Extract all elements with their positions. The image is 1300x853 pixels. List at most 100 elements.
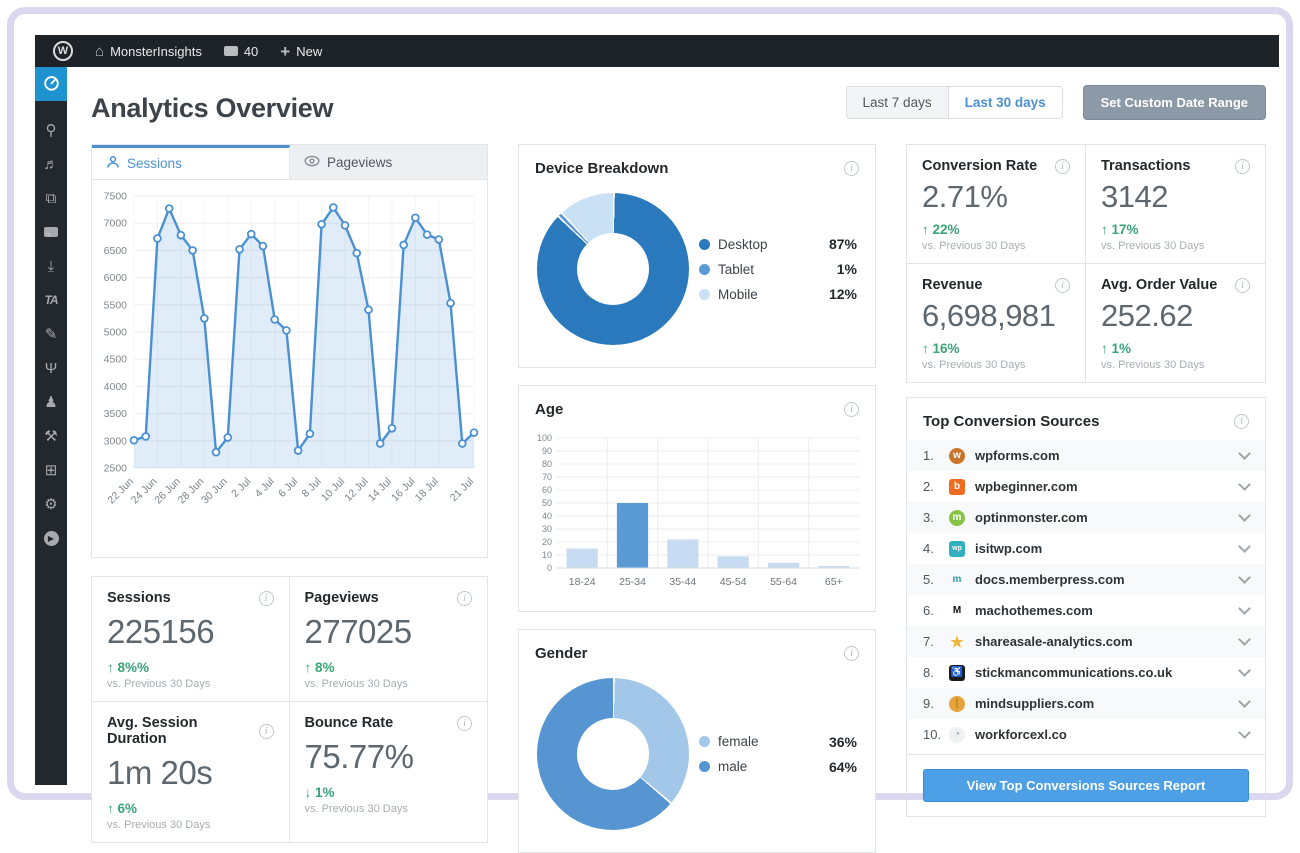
source-row-machothemes.com[interactable]: 6.Mmachothemes.com [907,595,1265,626]
stat-card-avg-session-duration: Avg. Session Durationi1m 20s↑ 6%vs. Prev… [92,702,290,842]
info-icon[interactable]: i [844,161,859,176]
sidebar-item-monsterinsights-dashboard[interactable] [35,67,67,101]
info-icon[interactable]: i [1235,278,1250,293]
up-arrow-icon: ↑ [922,341,929,356]
wordpress-menu[interactable]: W [45,35,81,67]
source-row-wpbeginner.com[interactable]: 2.bwpbeginner.com [907,471,1265,502]
source-row-isitwp.com[interactable]: 4.wpisitwp.com [907,533,1265,564]
source-row-docs.memberpress.com[interactable]: 5.m docs.memberpress.com [907,564,1265,595]
source-row-stickmancommunications.co.uk[interactable]: 8.♿stickmancommunications.co.uk [907,657,1265,688]
source-domain: wpforms.com [975,448,1060,463]
legend-dot-icon [699,289,710,300]
chevron-down-icon[interactable] [1238,447,1251,460]
set-custom-date-range-button[interactable]: Set Custom Date Range [1083,85,1266,120]
range-tab-last-7-days[interactable]: Last 7 days [847,87,948,118]
wpbeginner-favicon: b [949,479,965,495]
chevron-down-icon[interactable] [1238,664,1251,677]
sidebar-item-pages[interactable]: ⧉ [35,181,67,215]
legend: female36%male64% [699,734,857,775]
svg-text:2500: 2500 [104,463,128,475]
chevron-down-icon[interactable] [1238,478,1251,491]
svg-text:90: 90 [542,446,552,456]
chevron-down-icon[interactable] [1238,726,1251,739]
wordpress-logo-icon: W [53,41,73,61]
info-icon[interactable]: i [1055,278,1070,293]
sidebar-item-collapse-menu[interactable]: ▶ [35,521,67,555]
memberpress-favicon: m [949,572,965,588]
source-row-shareasale-analytics.com[interactable]: 7.★shareasale-analytics.com [907,626,1265,657]
optinmonster-favicon: m [949,510,965,526]
source-domain: optinmonster.com [975,510,1088,525]
chevron-down-icon[interactable] [1238,602,1251,615]
tab-sessions[interactable]: Sessions [92,145,290,179]
svg-text:25-34: 25-34 [619,576,646,588]
sidebar-item-posts[interactable]: ⚲ [35,113,67,147]
comments-shortcut[interactable]: 40 [216,35,266,67]
sidebar-item-plugins[interactable]: Ψ [35,351,67,385]
sidebar-item-media[interactable]: ♬ [35,147,67,181]
info-icon[interactable]: i [1234,414,1249,429]
stat-title: Conversion Rate [922,158,1037,174]
age-card: Age i 010203040506070809010018-2425-3435… [518,385,876,612]
comment-icon [224,46,238,56]
chevron-down-icon[interactable] [1238,695,1251,708]
stat-value: 75.77% [305,738,473,776]
sessions-line-chart: 2500300035004000450050005500600065007000… [92,180,487,557]
source-domain: docs.memberpress.com [975,572,1125,587]
info-icon[interactable]: i [457,591,472,606]
info-icon[interactable]: i [259,591,274,606]
admin-sidebar: ⚲ ♬⧉ ⤓TA✎Ψ♟⚒⊞⚙▶ [35,67,67,785]
chevron-down-icon[interactable] [1238,633,1251,646]
sidebar-item-tools[interactable]: ⚒ [35,419,67,453]
source-row-wpforms.com[interactable]: 1.wwpforms.com [907,440,1265,471]
source-row-workforcexl.co[interactable]: 10.◔workforcexl.co [907,719,1265,750]
new-content-menu[interactable]: + New [272,35,330,67]
screenshot-frame: W ⌂ MonsterInsights 40 + New ⚲ ♬⧉ ⤓TA✎Ψ♟⚒⊞… [7,7,1293,800]
person-icon [106,155,120,172]
sidebar-item-ta-menu[interactable]: TA [35,283,67,317]
view-top-conversions-report-button[interactable]: View Top Conversions Sources Report [923,769,1249,802]
svg-text:60: 60 [542,485,552,495]
info-icon[interactable]: i [1235,159,1250,174]
sidebar-item-appearance[interactable]: ✎ [35,317,67,351]
source-row-optinmonster.com[interactable]: 3.m optinmonster.com [907,502,1265,533]
up-arrow-icon: ↑ [922,222,929,237]
info-icon[interactable]: i [844,646,859,661]
svg-text:4500: 4500 [104,354,128,366]
source-rank: 3. [923,510,949,525]
stat-delta: ↑ 8% [305,660,473,675]
tab-pageviews[interactable]: Pageviews [290,145,487,179]
info-icon[interactable]: i [259,724,274,739]
chevron-down-icon[interactable] [1238,571,1251,584]
sidebar-item-users[interactable]: ♟ [35,385,67,419]
stat-card-pageviews: Pageviewsi277025↑ 8%vs. Previous 30 Days [290,577,488,702]
pin-icon: ⚲ [46,121,57,139]
sidebar-item-monsterinsights-settings[interactable]: ⚙ [35,487,67,521]
chart-tabs: SessionsPageviews [92,145,487,180]
info-icon[interactable]: i [1055,159,1070,174]
gender-card: Gender i female36%male64% [518,629,876,853]
stat-title: Transactions [1101,158,1190,174]
source-row-mindsuppliers.com[interactable]: 9.∣mindsuppliers.com [907,688,1265,719]
sidebar-item-settings-panel[interactable]: ⊞ [35,453,67,487]
stat-card-transactions: Transactionsi3142↑ 17%vs. Previous 30 Da… [1086,145,1265,264]
stat-comparison-note: vs. Previous 30 Days [1101,240,1250,252]
source-domain: workforcexl.co [975,727,1067,742]
down-arrow-icon: ↓ [305,785,312,800]
info-icon[interactable]: i [457,716,472,731]
svg-text:30 Jun: 30 Jun [199,476,230,507]
stat-comparison-note: vs. Previous 30 Days [1101,359,1250,371]
sidebar-item-downloads[interactable]: ⤓ [35,249,67,283]
chevron-down-icon[interactable] [1238,540,1251,553]
source-domain: isitwp.com [975,541,1042,556]
chevron-down-icon[interactable] [1238,509,1251,522]
info-icon[interactable]: i [844,402,859,417]
range-tab-last-30-days[interactable]: Last 30 days [948,87,1062,118]
svg-text:35-44: 35-44 [669,576,696,588]
svg-text:30: 30 [542,524,552,534]
sidebar-item-comments[interactable] [35,215,67,249]
svg-text:6 Jul: 6 Jul [276,476,300,500]
source-rank: 5. [923,572,949,587]
legend-label: male [718,759,747,774]
site-menu[interactable]: ⌂ MonsterInsights [87,35,210,67]
